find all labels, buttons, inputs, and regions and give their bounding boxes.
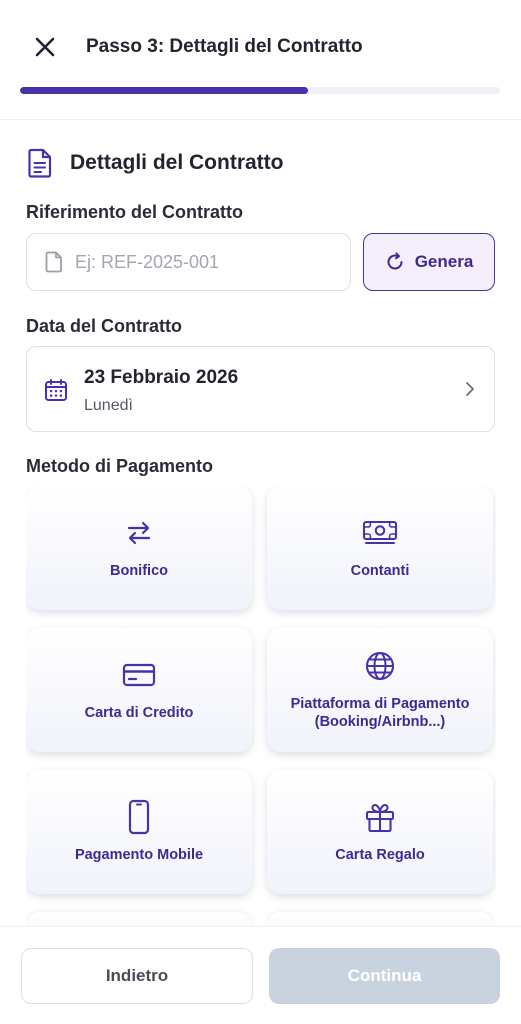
section-header: Dettagli del Contratto (26, 148, 284, 178)
globe-icon (365, 651, 395, 680)
payment-option-pagamento-mobile[interactable]: Pagamento Mobile (26, 770, 252, 894)
date-picker[interactable]: 23 Febbraio 2026 Lunedì (26, 346, 495, 432)
payment-option-piattaforma[interactable]: Piattaforma di Pagamento (Booking/Airbnb… (267, 628, 493, 752)
reference-input[interactable] (75, 251, 315, 273)
credit-card-icon (122, 663, 156, 687)
payment-option-label: Bonifico (110, 562, 168, 579)
continue-button[interactable]: Continua (269, 948, 500, 1004)
transfer-arrows-icon (127, 521, 151, 545)
close-icon (35, 37, 55, 57)
payment-option-label: Carta di Credito (84, 704, 194, 721)
date-label: Data del Contratto (26, 316, 183, 336)
document-icon (28, 148, 52, 178)
payment-option-carta-di-credito[interactable]: Carta di Credito (26, 628, 252, 752)
payment-option-label: Pagamento Mobile (74, 846, 204, 863)
payment-label: Metodo di Pagamento (26, 456, 214, 476)
reference-field[interactable] (26, 233, 351, 291)
selected-weekday: Lunedì (84, 397, 133, 414)
bottom-bar: Indietro Continua (0, 926, 521, 1024)
back-button[interactable]: Indietro (21, 948, 253, 1004)
payment-option-partial[interactable] (26, 912, 252, 926)
generate-button[interactable]: Genera (363, 233, 495, 291)
reference-label: Riferimento del Contratto (26, 202, 244, 222)
payment-option-label: Piattaforma di Pagamento (Booking/Airbnb… (290, 695, 470, 730)
refresh-icon (387, 252, 403, 270)
calendar-icon (45, 379, 67, 401)
gift-icon (365, 803, 395, 832)
step-title: Passo 3: Dettagli del Contratto (86, 36, 363, 57)
top-bar: Passo 3: Dettagli del Contratto (0, 0, 521, 120)
chevron-right-icon (466, 382, 474, 396)
progress-bar (20, 87, 500, 94)
cash-icon (362, 520, 398, 544)
payment-option-bonifico[interactable]: Bonifico (26, 486, 252, 610)
payment-option-carta-regalo[interactable]: Carta Regalo (267, 770, 493, 894)
file-icon (45, 251, 62, 273)
payment-option-label: Carta Regalo (335, 846, 425, 863)
generate-label: Genera (414, 252, 474, 271)
payment-methods-grid: Bonifico Contanti Carta di Credito Piatt… (26, 486, 496, 926)
mobile-phone-icon (128, 799, 150, 835)
close-button[interactable] (30, 32, 60, 62)
selected-date: 23 Febbraio 2026 (84, 367, 239, 388)
payment-option-partial[interactable] (267, 912, 493, 926)
payment-option-contanti[interactable]: Contanti (267, 486, 493, 610)
progress-fill (20, 87, 308, 94)
section-title: Dettagli del Contratto (70, 151, 284, 174)
payment-option-label: Contanti (350, 562, 410, 579)
